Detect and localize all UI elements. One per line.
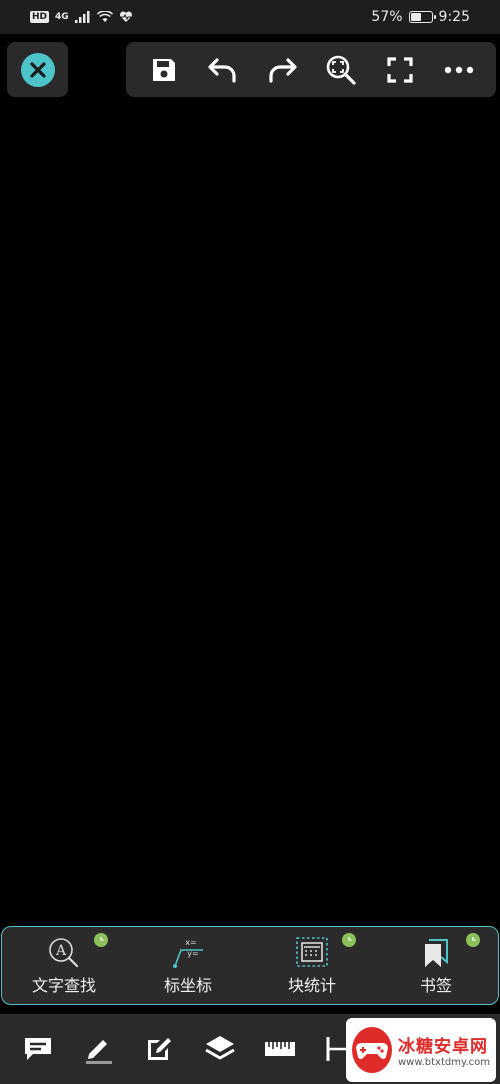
text-search-icon: A <box>49 937 79 967</box>
watermark-text: 冰糖安卓网 www.btxtdmy.com <box>398 1032 490 1068</box>
close-button-container <box>7 42 68 97</box>
ruler-button[interactable] <box>258 1027 302 1071</box>
text-search-button[interactable]: A 文字查找 <box>2 927 126 1004</box>
wifi-icon <box>96 11 113 22</box>
undo-icon <box>207 57 236 83</box>
redo-icon <box>268 57 297 83</box>
zoom-extents-button[interactable] <box>321 50 361 90</box>
ruler-icon <box>265 1042 296 1056</box>
close-icon <box>29 61 46 78</box>
drawing-canvas[interactable] <box>0 100 500 920</box>
bookmark-icon <box>425 938 448 967</box>
gamepad-logo-icon <box>352 1027 392 1073</box>
battery-icon <box>408 11 436 23</box>
comment-button[interactable] <box>16 1027 60 1071</box>
redo-button[interactable] <box>262 50 302 90</box>
fullscreen-icon <box>386 56 413 83</box>
watermark-url: www.btxtdmy.com <box>397 1057 490 1068</box>
status-bar: HD 4G 57% 9:25 <box>0 0 500 34</box>
status-left: HD 4G <box>30 11 133 23</box>
layers-icon <box>205 1036 235 1060</box>
save-button[interactable] <box>144 50 184 90</box>
heart-rate-icon <box>119 11 132 22</box>
bookmark-button[interactable]: 书签 <box>374 927 498 1004</box>
edit-icon <box>148 1038 172 1060</box>
network-label: 4G <box>55 12 69 22</box>
hd-badge: HD <box>30 11 50 23</box>
watermark-title: 冰糖安卓网 <box>397 1037 488 1057</box>
close-button[interactable] <box>20 52 55 87</box>
coordinate-icon: x= y= <box>173 938 203 968</box>
more-button[interactable] <box>439 50 479 90</box>
undo-button[interactable] <box>203 50 243 90</box>
time-badge-icon <box>342 933 356 947</box>
time-badge-icon <box>94 933 108 947</box>
quick-tools-panel: A 文字查找 x= y= 标坐标 块统计 书签 <box>1 926 499 1005</box>
block-count-button[interactable]: 块统计 <box>250 927 374 1004</box>
layers-button[interactable] <box>198 1027 242 1071</box>
top-toolbar <box>126 42 496 97</box>
clock: 9:25 <box>438 9 470 25</box>
svg-text:x=: x= <box>185 938 196 947</box>
status-right: 57% 9:25 <box>371 9 470 25</box>
more-icon <box>444 66 473 73</box>
save-icon <box>152 58 175 81</box>
edit-button[interactable] <box>137 1027 181 1071</box>
watermark: 冰糖安卓网 www.btxtdmy.com <box>346 1018 496 1082</box>
pen-icon <box>85 1040 112 1064</box>
comment-icon <box>25 1038 52 1060</box>
coordinate-button[interactable]: x= y= 标坐标 <box>126 927 250 1004</box>
fullscreen-button[interactable] <box>380 50 420 90</box>
svg-text:A: A <box>55 943 67 959</box>
signal-icon <box>74 11 90 23</box>
bookmark-label: 书签 <box>419 975 452 995</box>
coordinate-label: 标坐标 <box>163 975 212 995</box>
time-badge-icon <box>466 933 480 947</box>
block-count-label: 块统计 <box>287 975 336 995</box>
battery-percent: 57% <box>371 9 403 25</box>
text-search-label: 文字查找 <box>31 975 96 995</box>
block-count-icon <box>296 936 328 967</box>
pen-button[interactable] <box>77 1027 121 1071</box>
zoom-extents-icon <box>326 55 356 85</box>
